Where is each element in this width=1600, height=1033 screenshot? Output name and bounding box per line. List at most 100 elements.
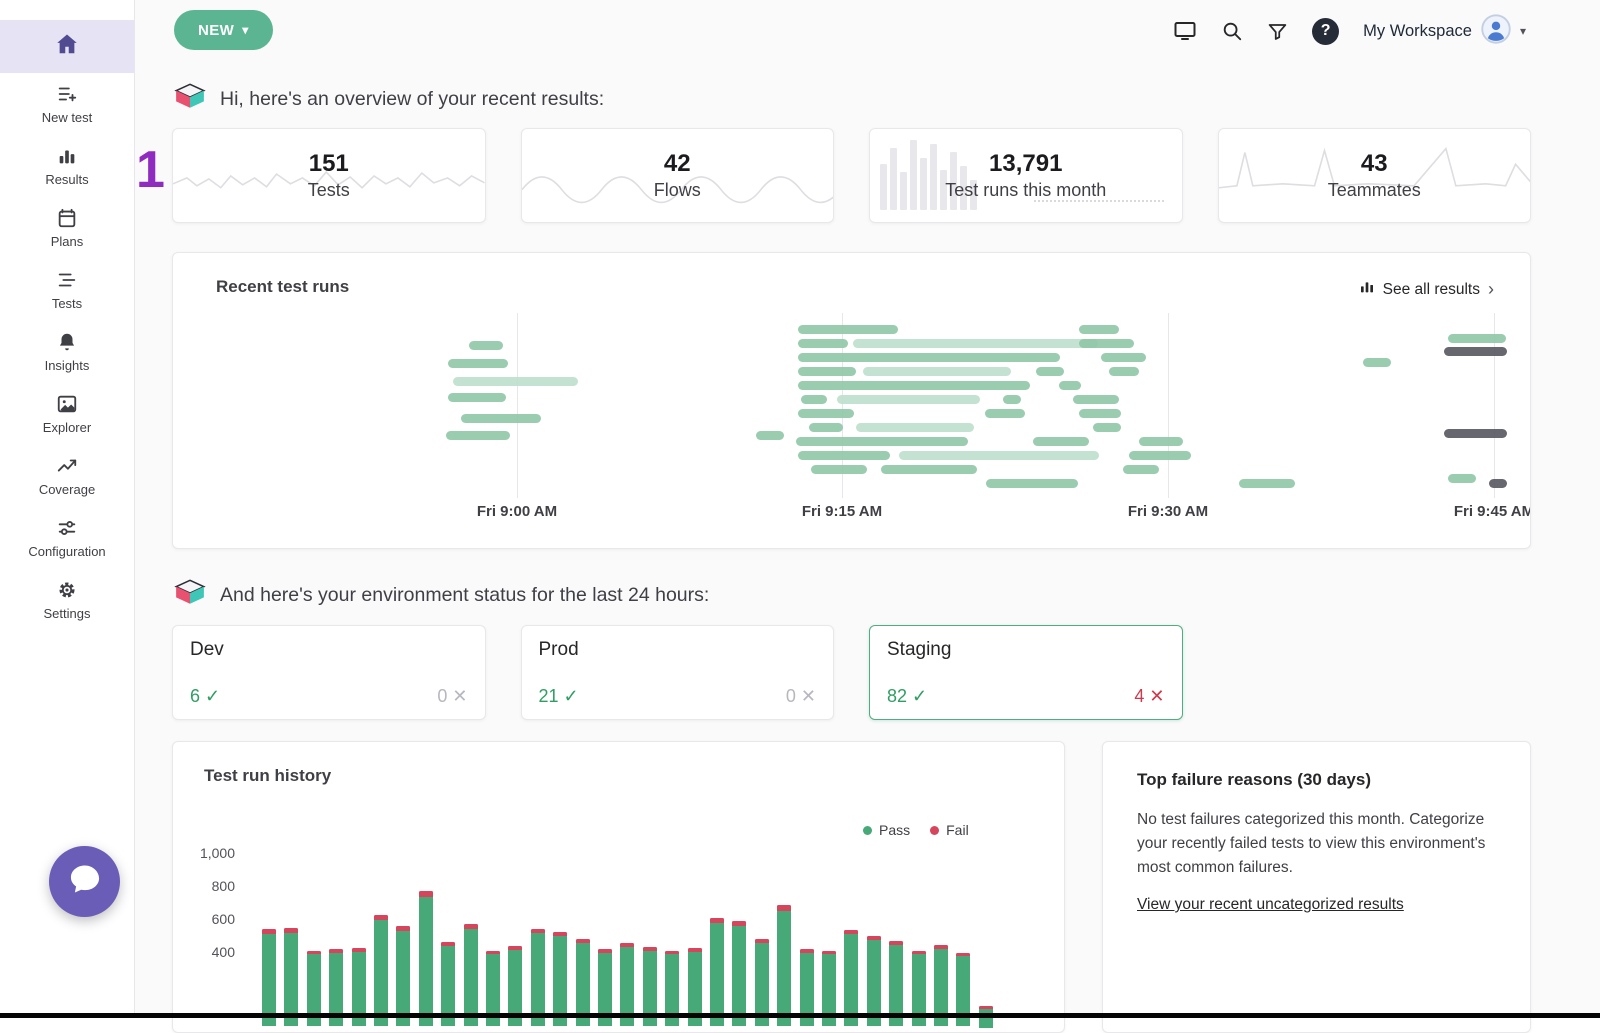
test-run-bar[interactable] xyxy=(986,479,1078,488)
test-run-bar[interactable] xyxy=(1448,334,1506,343)
stat-card-test-runs[interactable]: 13,791 Test runs this month xyxy=(869,128,1183,223)
sidebar-item-plans[interactable]: Plans xyxy=(0,197,134,259)
check-icon: ✓ xyxy=(564,686,579,706)
history-bar[interactable] xyxy=(844,930,858,1026)
test-run-bar[interactable] xyxy=(1129,451,1191,460)
stat-card-tests[interactable]: 151 Tests xyxy=(172,128,486,223)
sidebar-item-new-test[interactable]: New test xyxy=(0,73,134,135)
test-run-bar[interactable] xyxy=(756,431,784,440)
test-run-bar[interactable] xyxy=(1101,353,1146,362)
workspace-label: My Workspace xyxy=(1363,22,1472,41)
sidebar-item-insights[interactable]: Insights xyxy=(0,321,134,383)
test-run-bar[interactable] xyxy=(985,409,1025,418)
uncategorized-results-link[interactable]: View your recent uncategorized results xyxy=(1137,896,1404,914)
test-run-bar[interactable] xyxy=(863,367,1011,376)
history-bar[interactable] xyxy=(777,905,791,1026)
test-run-history-card: Test run history Pass Fail 4006008001,00… xyxy=(172,741,1065,1033)
gear-icon xyxy=(56,579,78,601)
test-run-bar[interactable] xyxy=(1059,381,1081,390)
stat-value: 151 xyxy=(308,150,350,178)
test-run-bar[interactable] xyxy=(798,381,1030,390)
history-bar[interactable] xyxy=(464,924,478,1026)
gantt-gridline xyxy=(517,313,518,498)
test-run-bar[interactable] xyxy=(856,423,974,432)
sidebar-item-home[interactable] xyxy=(0,20,134,73)
test-run-bar[interactable] xyxy=(798,325,898,334)
new-button[interactable]: NEW ▾ xyxy=(174,10,273,50)
stat-label: Teammates xyxy=(1328,180,1421,201)
test-run-bar[interactable] xyxy=(1139,437,1183,446)
test-run-bar[interactable] xyxy=(1444,347,1507,356)
test-run-bar[interactable] xyxy=(881,465,977,474)
env-pass-count: 82 ✓ xyxy=(887,686,927,707)
test-run-bar[interactable] xyxy=(899,451,1099,460)
bell-icon xyxy=(56,331,78,353)
env-card-staging[interactable]: Staging 82 ✓ 4 ✕ xyxy=(869,625,1183,720)
test-run-bar[interactable] xyxy=(1079,409,1121,418)
test-run-bar[interactable] xyxy=(1109,367,1139,376)
chat-bubble-icon xyxy=(67,861,103,902)
test-run-bar[interactable] xyxy=(853,339,1098,348)
history-bar[interactable] xyxy=(710,918,724,1026)
history-bar[interactable] xyxy=(374,915,388,1026)
test-run-bar[interactable] xyxy=(796,437,968,446)
environment-row: Dev 6 ✓ 0 ✕ Prod 21 ✓ 0 ✕ Staging 82 ✓ 4… xyxy=(172,625,1531,720)
stat-card-teammates[interactable]: 43 Teammates xyxy=(1218,128,1532,223)
test-run-bar[interactable] xyxy=(837,395,980,404)
test-run-bar[interactable] xyxy=(1003,395,1021,404)
test-run-bar[interactable] xyxy=(1489,479,1507,488)
env-card-dev[interactable]: Dev 6 ✓ 0 ✕ xyxy=(172,625,486,720)
test-run-bar[interactable] xyxy=(469,341,503,350)
cross-icon: ✕ xyxy=(801,686,816,706)
test-run-bar[interactable] xyxy=(461,414,541,423)
test-run-bar[interactable] xyxy=(798,367,856,376)
test-run-bar[interactable] xyxy=(1036,367,1064,376)
home-icon xyxy=(54,31,80,62)
sidebar-item-coverage[interactable]: Coverage xyxy=(0,445,134,507)
test-run-bar[interactable] xyxy=(453,377,578,386)
test-run-bar[interactable] xyxy=(448,359,508,368)
test-run-bar[interactable] xyxy=(446,431,510,440)
sidebar-item-settings[interactable]: Settings xyxy=(0,569,134,631)
test-run-bar[interactable] xyxy=(1239,479,1295,488)
history-bar[interactable] xyxy=(419,891,433,1026)
history-bar[interactable] xyxy=(262,929,276,1026)
test-run-bar[interactable] xyxy=(1073,395,1119,404)
test-run-bar[interactable] xyxy=(448,393,506,402)
sidebar-item-configuration[interactable]: Configuration xyxy=(0,507,134,569)
test-run-bar[interactable] xyxy=(811,465,867,474)
test-run-bar[interactable] xyxy=(801,395,827,404)
test-run-bar[interactable] xyxy=(1093,423,1121,432)
test-run-bar[interactable] xyxy=(1448,474,1476,483)
calendar-icon xyxy=(56,207,78,229)
overview-greeting: Hi, here's an overview of your recent re… xyxy=(174,82,604,116)
history-bar[interactable] xyxy=(531,929,545,1026)
test-run-bar[interactable] xyxy=(798,339,848,348)
stat-card-flows[interactable]: 42 Flows xyxy=(521,128,835,223)
test-run-bar[interactable] xyxy=(1363,358,1391,367)
test-run-bar[interactable] xyxy=(809,423,843,432)
sidebar-item-tests[interactable]: Tests xyxy=(0,259,134,321)
sidebar-item-explorer[interactable]: Explorer xyxy=(0,383,134,445)
test-run-bar[interactable] xyxy=(1079,339,1134,348)
test-run-bar[interactable] xyxy=(798,409,854,418)
test-run-bar[interactable] xyxy=(1079,325,1119,334)
test-run-bar[interactable] xyxy=(798,451,890,460)
test-run-bar[interactable] xyxy=(1123,465,1159,474)
sidebar-item-results[interactable]: Results xyxy=(0,135,134,197)
display-icon[interactable] xyxy=(1173,19,1197,43)
chat-launcher[interactable] xyxy=(49,846,120,917)
help-icon[interactable]: ? xyxy=(1312,18,1339,45)
failure-title: Top failure reasons (30 days) xyxy=(1137,770,1496,790)
history-bar[interactable] xyxy=(284,928,298,1026)
history-bar[interactable] xyxy=(396,926,410,1026)
workspace-menu[interactable]: My Workspace ▾ xyxy=(1363,14,1526,49)
search-icon[interactable] xyxy=(1221,20,1243,42)
test-run-bar[interactable] xyxy=(1444,429,1507,438)
test-run-bar[interactable] xyxy=(1033,437,1089,446)
history-bar[interactable] xyxy=(553,932,567,1026)
filter-icon[interactable] xyxy=(1267,21,1288,42)
history-bar[interactable] xyxy=(732,921,746,1026)
env-card-prod[interactable]: Prod 21 ✓ 0 ✕ xyxy=(521,625,835,720)
test-run-bar[interactable] xyxy=(798,353,1060,362)
